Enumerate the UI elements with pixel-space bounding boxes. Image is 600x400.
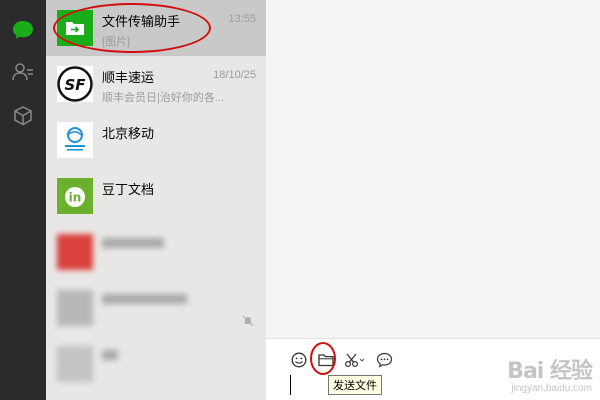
svg-text:SF: SF [64, 76, 86, 94]
mute-bell-icon [242, 314, 254, 332]
blurred-avatar [57, 346, 93, 382]
chat-item-blurred[interactable] [46, 336, 266, 392]
chat-bubble-icon[interactable] [0, 10, 46, 50]
chat-panel: 发送文件 [266, 0, 600, 400]
blurred-avatar [57, 290, 93, 326]
chat-item-sf-express[interactable]: SF 顺丰速运 18/10/25 顺丰会员日|治好你的各... [46, 56, 266, 112]
chat-name: 豆丁文档 [102, 182, 155, 197]
message-pane [266, 0, 600, 338]
chat-time: 18/10/25 [213, 69, 256, 81]
blurred-chat-name [102, 350, 118, 360]
blurred-chat-name [102, 238, 164, 248]
svg-text:in: in [69, 191, 82, 205]
chat-history-icon[interactable] [373, 349, 395, 371]
chat-preview: 顺丰会员日|治好你的各... [102, 92, 225, 104]
chat-item-blurred[interactable] [46, 224, 266, 280]
text-cursor [290, 375, 291, 395]
chat-item-file-transfer[interactable]: 文件传输助手 13:55 [图片] [46, 0, 266, 56]
left-nav-bar [0, 0, 46, 400]
sf-express-logo: SF [57, 66, 93, 102]
contacts-icon[interactable] [0, 52, 46, 92]
chat-item-beijing-mobile[interactable]: 北京移动 [46, 112, 266, 168]
chat-item-docin[interactable]: in 豆丁文档 [46, 168, 266, 224]
folder-icon[interactable] [315, 349, 337, 371]
blurred-chat-name [102, 294, 187, 304]
scissors-icon[interactable] [343, 349, 369, 371]
favorites-cube-icon[interactable] [0, 96, 46, 136]
blurred-avatar [57, 234, 93, 270]
chat-preview: [图片] [102, 36, 131, 48]
chat-item-blurred[interactable] [46, 280, 266, 336]
send-file-tooltip: 发送文件 [328, 375, 382, 395]
file-transfer-icon [57, 10, 93, 46]
chat-name: 顺丰速运 [102, 70, 155, 85]
china-mobile-logo [57, 122, 93, 158]
docin-logo: in [57, 178, 93, 214]
chat-list: 文件传输助手 13:55 [图片] SF 顺丰速运 18/10/25 顺丰会员日… [46, 0, 266, 400]
chat-name: 文件传输助手 [102, 14, 181, 29]
chat-time: 13:55 [228, 13, 256, 25]
chat-name: 北京移动 [102, 126, 155, 141]
emoji-icon[interactable] [288, 349, 310, 371]
message-input-area[interactable]: 发送文件 [266, 338, 600, 400]
